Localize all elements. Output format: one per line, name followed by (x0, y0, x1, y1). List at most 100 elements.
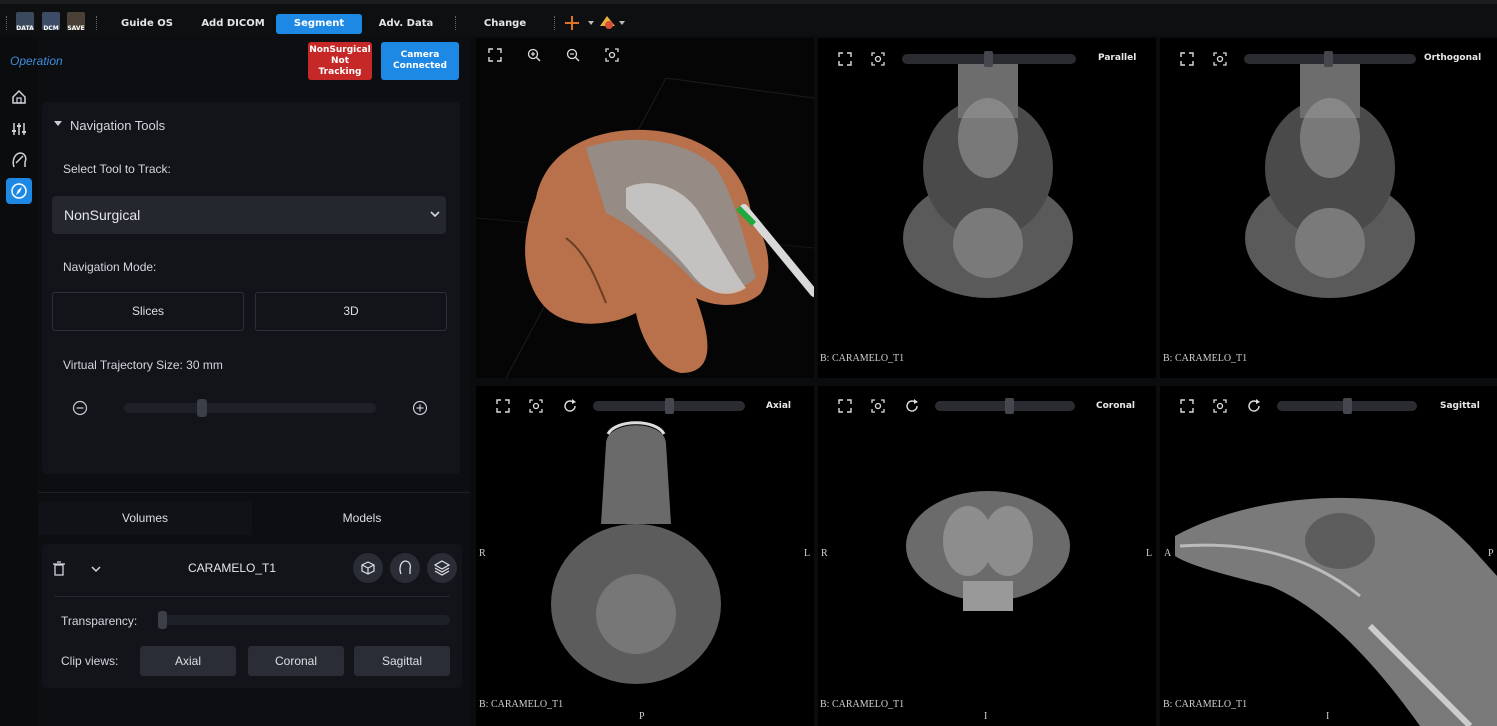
refresh-icon[interactable] (905, 399, 919, 413)
tab-models[interactable]: Models (254, 502, 470, 535)
guide-os-button[interactable]: Guide OS (116, 14, 178, 34)
fullscreen-icon[interactable] (496, 399, 510, 413)
head-tool-icon[interactable] (6, 147, 32, 173)
volume-head-toggle[interactable] (390, 553, 420, 583)
slider-thumb[interactable] (1005, 398, 1014, 414)
3d-mode-button[interactable]: 3D (255, 292, 447, 331)
tool-select-dropdown[interactable]: NonSurgical (52, 196, 446, 234)
center-view-icon[interactable] (1213, 52, 1227, 66)
save-tag: SAVE (67, 25, 85, 32)
volume-card: CARAMELO_T1 Transparency: Clip views: Ax… (42, 544, 462, 688)
volume-layers-toggle[interactable] (427, 553, 457, 583)
home-icon[interactable] (6, 84, 32, 110)
slider-thumb[interactable] (1324, 51, 1333, 67)
clip-axial-button[interactable]: Axial (140, 646, 236, 676)
crosshair-tool-icon[interactable] (564, 15, 598, 31)
axial-slice-slider[interactable] (593, 398, 745, 414)
panel-divider (38, 492, 470, 493)
parallel-slice-slider[interactable] (902, 51, 1076, 67)
volume-name: CARAMELO_T1 (187, 561, 277, 575)
tracking-status-line1: NonSurgical (309, 44, 371, 55)
add-dicom-button[interactable]: Add DICOM (198, 14, 268, 34)
center-view-icon[interactable] (529, 399, 543, 413)
fullscreen-icon[interactable] (1180, 52, 1194, 66)
orthogonal-viewport[interactable]: Orthogonal B: CARAMELO_T1 (1160, 38, 1497, 378)
slices-mode-button[interactable]: Slices (52, 292, 244, 331)
3d-viewport[interactable] (476, 38, 814, 378)
parallel-viewport[interactable]: Parallel B: CARAMELO_T1 (818, 38, 1156, 378)
collapse-caret-icon[interactable] (54, 121, 62, 127)
center-view-icon[interactable] (1213, 399, 1227, 413)
clip-coronal-button[interactable]: Coronal (248, 646, 344, 676)
change-layout-button[interactable]: Change Layout (464, 14, 546, 49)
3d-scene (476, 77, 814, 378)
orientation-bottom: I (984, 711, 988, 722)
transparency-slider-thumb[interactable] (158, 611, 167, 629)
load-data-tag: DATA (16, 25, 34, 32)
clip-sagittal-button[interactable]: Sagittal (354, 646, 450, 676)
viewport-caption: B: CARAMELO_T1 (820, 699, 905, 710)
toolbar-separator (96, 16, 99, 30)
sliders-icon[interactable] (6, 116, 32, 142)
orthogonal-slice-slider[interactable] (1244, 51, 1416, 67)
load-dicom-icon[interactable]: DCM (42, 12, 60, 32)
transparency-slider[interactable] (158, 611, 450, 629)
toolbar-grip (6, 16, 9, 30)
adv-data-button[interactable]: Adv. Data (376, 14, 436, 34)
landmark-tool-icon[interactable] (599, 14, 633, 32)
fullscreen-icon[interactable] (1180, 399, 1194, 413)
segment-editor-button[interactable]: Segment Editor (276, 14, 362, 49)
coronal-slice-image (906, 491, 1070, 611)
slider-thumb[interactable] (1343, 398, 1352, 414)
viewport-caption: B: CARAMELO_T1 (479, 699, 564, 710)
axial-viewport[interactable]: Axial R L B: CARAMELO_T1 P (476, 386, 814, 726)
viewport-title: Orthogonal (1424, 53, 1482, 63)
coronal-slice-slider[interactable] (935, 398, 1075, 414)
volume-3d-toggle[interactable] (353, 553, 383, 583)
refresh-icon[interactable] (1247, 399, 1261, 413)
select-tool-label: Select Tool to Track: (63, 162, 171, 176)
tool-select-value: NonSurgical (64, 207, 141, 223)
head-outline-icon (399, 560, 411, 575)
sagittal-slice-slider[interactable] (1277, 398, 1417, 414)
cube-icon (361, 561, 375, 575)
center-view-icon[interactable] (871, 52, 885, 66)
zoom-in-icon[interactable] (527, 48, 541, 62)
navigation-tools-title[interactable]: Navigation Tools (70, 118, 165, 133)
trajectory-slider[interactable] (124, 399, 376, 417)
trash-icon[interactable] (52, 561, 66, 577)
chevron-down-icon (430, 211, 440, 218)
operation-label: Operation (10, 54, 63, 68)
slider-thumb[interactable] (665, 398, 674, 414)
fullscreen-icon[interactable] (838, 399, 852, 413)
orientation-left: R (479, 548, 486, 559)
trajectory-slider-thumb[interactable] (196, 399, 207, 417)
orientation-left: R (821, 548, 828, 559)
orthogonal-slice-image (1245, 58, 1415, 298)
tab-volumes[interactable]: Volumes (38, 502, 252, 535)
zoom-out-circle-icon[interactable] (72, 400, 88, 416)
navigation-compass-icon[interactable] (6, 178, 32, 204)
save-icon[interactable]: SAVE (67, 12, 85, 32)
center-view-icon[interactable] (871, 399, 885, 413)
orientation-left: A (1164, 548, 1172, 559)
sagittal-slice-image (1175, 497, 1497, 726)
expand-chevron-icon[interactable] (91, 566, 101, 573)
center-view-icon[interactable] (605, 48, 619, 62)
refresh-icon[interactable] (563, 399, 577, 413)
fullscreen-icon[interactable] (488, 48, 502, 62)
toolbar-separator (455, 16, 458, 30)
axial-slice-image (551, 421, 721, 684)
camera-status-button[interactable]: Camera Connected (381, 42, 459, 80)
slider-thumb[interactable] (984, 51, 993, 67)
zoom-in-circle-icon[interactable] (412, 400, 428, 416)
fullscreen-icon[interactable] (838, 52, 852, 66)
sagittal-viewport[interactable]: Sagittal A P B: CARAMELO_T1 I (1160, 386, 1497, 726)
load-data-icon[interactable]: DATA (16, 12, 34, 32)
orientation-right: L (1146, 548, 1153, 559)
coronal-viewport[interactable]: Coronal R L B: CARAMELO_T1 I (818, 386, 1156, 726)
tracking-status-button[interactable]: NonSurgical Not Tracking (308, 42, 372, 80)
left-rail (0, 36, 38, 726)
clip-views-label: Clip views: (61, 654, 119, 668)
zoom-out-icon[interactable] (566, 48, 580, 62)
